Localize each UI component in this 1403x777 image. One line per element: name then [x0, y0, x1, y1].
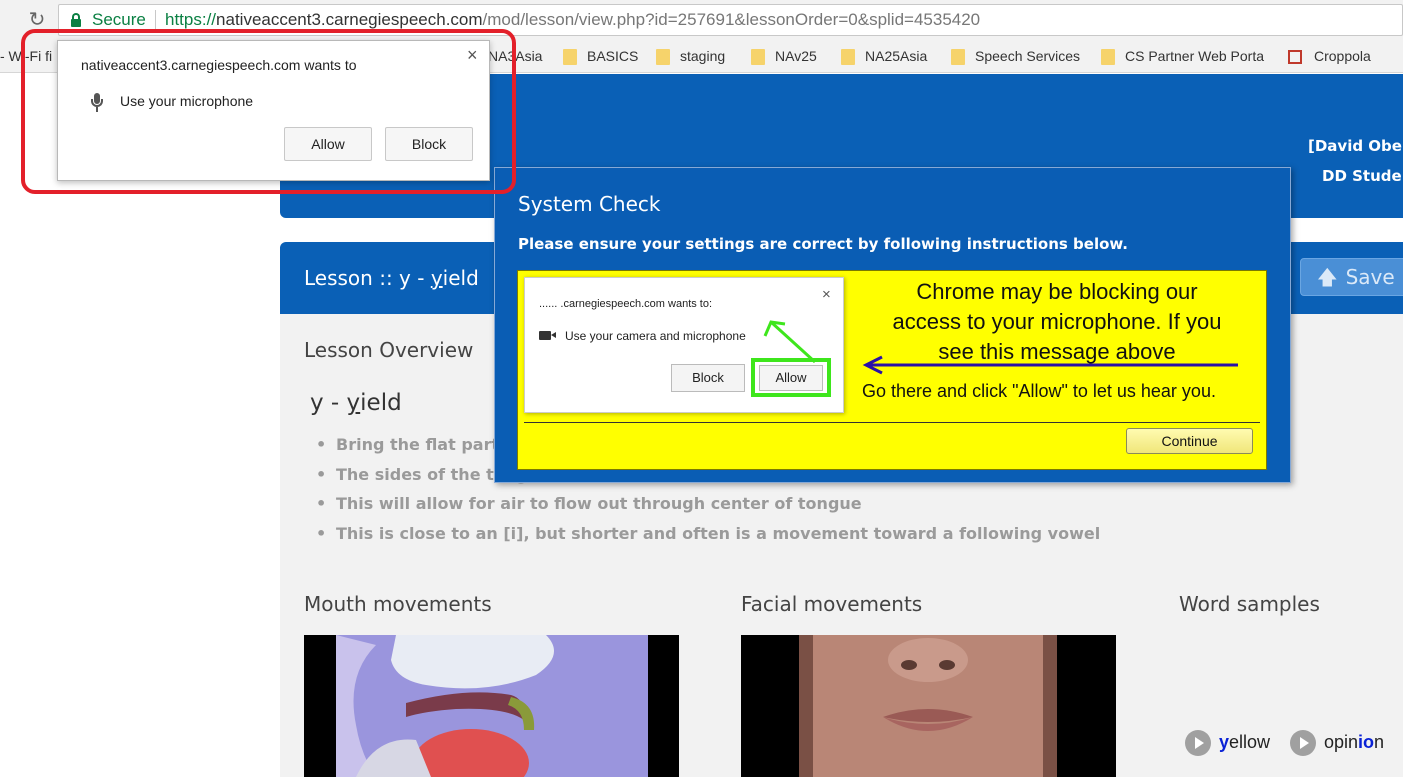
save-button[interactable]: 🡅 Save [1300, 258, 1403, 296]
browser-window: › ↻ Secure https://nativeaccent3.carnegi… [0, 0, 1403, 777]
dialog-title: System Check [518, 192, 661, 216]
allow-instruction: Go there and click "Allow" to let us hea… [862, 381, 1216, 401]
word-samples-heading: Word samples [1179, 592, 1320, 616]
save-label: Save [1345, 265, 1395, 289]
face-image [799, 635, 1057, 777]
user-role: DD Student [1322, 167, 1403, 185]
bookmark-croppola[interactable]: Croppola [1288, 48, 1371, 66]
continue-button[interactable]: Continue [1126, 428, 1253, 454]
mouth-diagram [336, 635, 648, 777]
lesson-title: Lesson :: y - yield [304, 266, 479, 290]
address-divider [155, 10, 156, 30]
word-rest: ellow [1229, 731, 1271, 752]
lesson-overview-heading: Lesson Overview [304, 338, 474, 362]
folder-icon [841, 49, 855, 65]
folder-icon [951, 49, 965, 65]
bookmark-label: Croppola [1314, 48, 1371, 64]
bookmark-staging[interactable]: staging [656, 48, 725, 66]
message-line: access to your microphone. If you [892, 309, 1222, 334]
folder-icon [656, 49, 670, 65]
arrow-up-icon: 🡅 [1317, 265, 1338, 289]
example-dialog-request: Use your camera and microphone [565, 329, 746, 343]
word-sample-yellow[interactable]: yellow [1185, 730, 1270, 756]
lesson-title-letter: y [430, 266, 443, 290]
crop-icon [1288, 50, 1302, 64]
red-highlight-outline [21, 29, 516, 194]
forward-icon[interactable]: › [0, 9, 10, 29]
bookmark-na25asia[interactable]: NA25Asia [841, 48, 927, 66]
example-block-button: Block [671, 364, 745, 392]
bookmark-label: Speech Services [975, 48, 1081, 64]
lesson-title-rest: ield [442, 266, 479, 290]
reload-icon[interactable]: ↻ [26, 8, 48, 30]
mouth-movements-heading: Mouth movements [304, 592, 492, 616]
message-line: Chrome may be blocking our [916, 279, 1198, 304]
sound-rest: ield [360, 390, 402, 416]
bookmark-label: NA25Asia [865, 48, 928, 64]
word-rest: n [1374, 731, 1385, 752]
blue-arrow-icon [862, 355, 1238, 375]
bookmark-label: NAv25 [775, 48, 817, 64]
dialog-subtitle: Please ensure your settings are correct … [518, 235, 1128, 253]
bookmark-label: CS Partner Web Porta [1125, 48, 1265, 64]
instructions-callout: ...... .carnegiespeech.com wants to: × U… [517, 270, 1267, 470]
bookmark-basics[interactable]: BASICS [563, 48, 638, 66]
example-allow-button: Allow [759, 365, 823, 391]
sound-letter: y [346, 390, 361, 416]
close-icon: × [822, 286, 831, 303]
green-arrow-icon [763, 320, 817, 364]
blocking-message: Chrome may be blocking our access to you… [853, 277, 1261, 367]
bookmark-nav25[interactable]: NAv25 [751, 48, 817, 66]
mouth-movement-video[interactable] [304, 635, 679, 777]
folder-icon [563, 49, 577, 65]
example-dialog-title: ...... .carnegiespeech.com wants to: [539, 298, 713, 310]
word-pre: opin [1324, 731, 1359, 752]
url-text[interactable]: https://nativeaccent3.carnegiespeech.com… [165, 10, 980, 30]
lock-icon [71, 13, 81, 27]
system-check-dialog: System Check Please ensure your settings… [494, 167, 1291, 483]
face-illustration [799, 635, 1057, 777]
secure-label: Secure [92, 10, 146, 29]
url-protocol: https:// [165, 10, 217, 29]
list-item: This will allow for air to flow out thro… [316, 494, 1216, 524]
example-permission-dialog: ...... .carnegiespeech.com wants to: × U… [524, 277, 844, 413]
folder-icon [1101, 49, 1115, 65]
facial-movements-heading: Facial movements [741, 592, 923, 616]
sound-heading: y - yield [310, 390, 402, 416]
list-item: This is close to an [i], but shorter and… [316, 524, 1216, 554]
play-icon[interactable] [1290, 730, 1316, 756]
lesson-title-prefix: Lesson :: y - [304, 266, 431, 290]
word-highlight: y [1219, 731, 1230, 752]
url-host: nativeaccent3.carnegiespeech.com [216, 10, 483, 29]
play-icon[interactable] [1185, 730, 1211, 756]
word-sample-opinion[interactable]: opinion [1290, 730, 1384, 756]
bookmark-label: staging [680, 48, 726, 64]
facial-movement-video[interactable] [741, 635, 1116, 777]
user-name[interactable]: [David Oberl [1308, 137, 1403, 155]
sound-prefix: y - [310, 390, 347, 416]
mouth-illustration [336, 635, 648, 777]
folder-icon [751, 49, 765, 65]
bookmark-cs-partner[interactable]: CS Partner Web Porta [1101, 48, 1264, 66]
word-highlight: io [1358, 731, 1375, 752]
camera-icon [539, 331, 556, 340]
bookmark-label: BASICS [587, 48, 639, 64]
url-path: /mod/lesson/view.php?id=257691&lessonOrd… [482, 10, 981, 29]
callout-divider [524, 422, 1260, 423]
bookmark-speech-services[interactable]: Speech Services [951, 48, 1080, 66]
